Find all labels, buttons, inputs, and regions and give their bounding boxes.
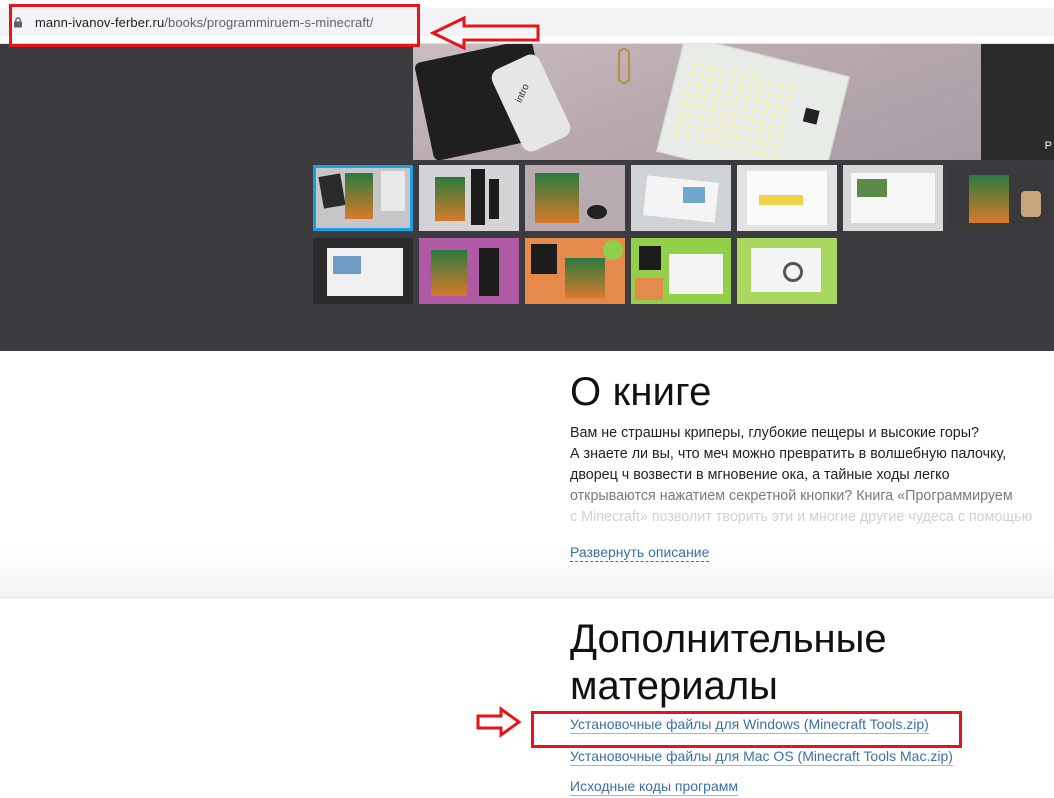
thumbnail-4[interactable] [631, 165, 731, 231]
thumbnail-8[interactable] [313, 238, 413, 304]
thumbnail-5[interactable] [737, 165, 837, 231]
download-mac-link[interactable]: Установочные файлы для Mac OS (Minecraft… [570, 748, 953, 766]
materials-heading: Дополнительные материалы [570, 616, 887, 710]
description-line: Вам не страшны криперы, глубокие пещеры … [570, 425, 979, 441]
about-section: О книге Вам не страшны криперы, глубокие… [0, 351, 1054, 597]
materials-heading-line: Дополнительные [570, 617, 887, 661]
materials-section: Дополнительные материалы Установочные фа… [0, 598, 1054, 798]
page: mann-ivanov-ferber.ru/books/programmirue… [0, 0, 1054, 798]
photo-circuit-board [656, 44, 850, 160]
main-photo[interactable]: intro P [413, 44, 1054, 160]
about-description: Вам не страшны криперы, глубокие пещеры … [570, 423, 1054, 528]
photo-corner-letter: P [1044, 140, 1052, 152]
thumbnail-3[interactable] [525, 165, 625, 231]
description-line: дворец ч возвести в мгновение ока, а тай… [570, 467, 950, 483]
thumbnail-1[interactable] [313, 165, 413, 231]
right-arrow-icon [476, 706, 522, 738]
thumbnail-9[interactable] [419, 238, 519, 304]
thumbnail-6[interactable] [843, 165, 943, 231]
windows-link-highlight-box [531, 711, 962, 748]
thumbnail-11[interactable] [631, 238, 731, 304]
about-heading: О книге [570, 370, 712, 414]
expand-description-link[interactable]: Развернуть описание [570, 544, 710, 562]
description-line: А знаете ли вы, что меч можно превратить… [570, 446, 1007, 462]
photo-paperclip [618, 48, 630, 84]
source-code-link[interactable]: Исходные коды программ [570, 778, 738, 796]
left-arrow-icon [430, 15, 540, 51]
url-highlight-box [9, 4, 420, 47]
materials-heading-line: материалы [570, 664, 778, 708]
thumbnail-12[interactable] [737, 238, 837, 304]
description-line: открываются нажатием секретной кнопки? К… [570, 488, 1013, 504]
thumbnail-10[interactable] [525, 238, 625, 304]
description-line: с Minecraft» позволит творить эти и мног… [570, 509, 1033, 525]
thumbnail-7[interactable] [949, 165, 1049, 231]
photo-pc [981, 44, 1054, 160]
photo-gallery: intro P [0, 44, 1054, 351]
thumbnail-2[interactable] [419, 165, 519, 231]
